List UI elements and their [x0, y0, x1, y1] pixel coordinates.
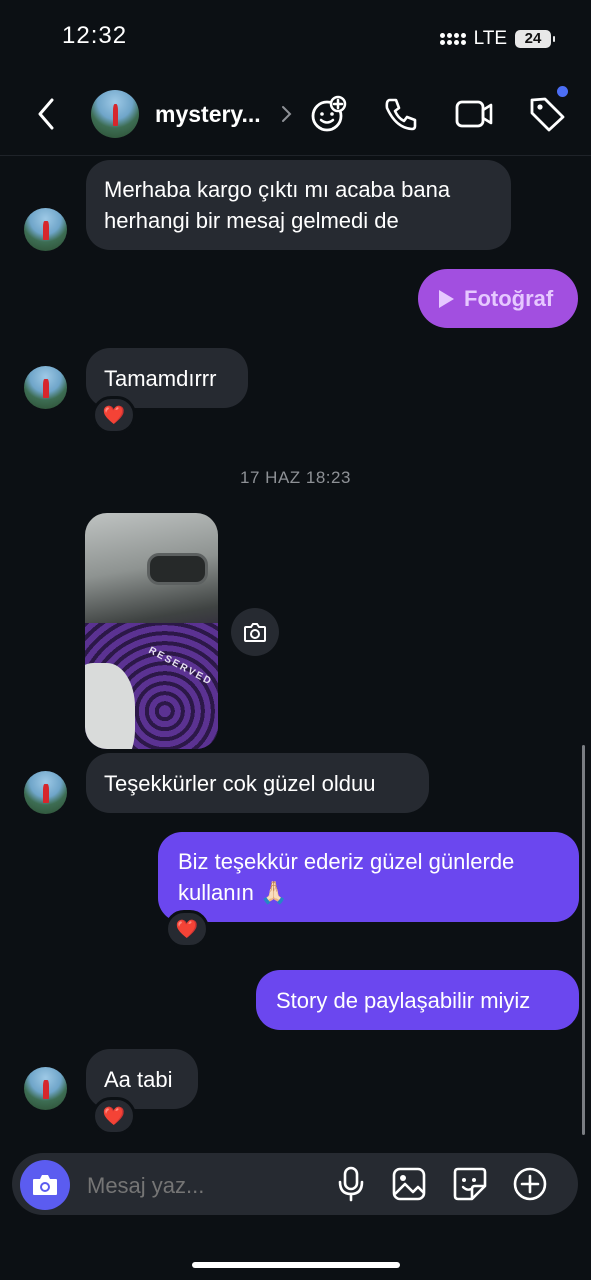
- scrollbar[interactable]: [582, 745, 585, 1135]
- chevron-right-icon[interactable]: [279, 104, 293, 129]
- date-separator: 17 HAZ 18:23: [240, 468, 351, 487]
- heart-reaction[interactable]: ❤️: [92, 1097, 136, 1135]
- header-divider: [0, 155, 591, 156]
- microphone-icon: [338, 1166, 364, 1202]
- network-label: LTE: [473, 28, 507, 49]
- camera-icon: [33, 1175, 57, 1195]
- message-input[interactable]: [85, 1165, 319, 1207]
- save-photo-button[interactable]: [231, 608, 279, 656]
- camera-button[interactable]: [20, 1160, 70, 1210]
- status-indicators: LTE 24: [439, 28, 555, 50]
- video-camera-icon: [455, 100, 493, 128]
- sticker-button[interactable]: [452, 1166, 488, 1202]
- tag-button[interactable]: [527, 94, 567, 134]
- play-icon: [439, 289, 454, 308]
- battery-icon: 24: [515, 30, 555, 48]
- camera-icon: [244, 623, 266, 642]
- shared-photo[interactable]: RESERVED: [85, 513, 218, 749]
- back-button[interactable]: [32, 96, 62, 132]
- chevron-left-icon: [38, 98, 54, 130]
- heart-icon: ❤️: [175, 918, 199, 939]
- sticker-icon: [453, 1167, 487, 1201]
- attachment-bubble[interactable]: Fotoğraf: [418, 269, 578, 328]
- signal-icon: [439, 33, 466, 45]
- header-avatar[interactable]: [91, 90, 139, 138]
- plus-circle-icon: [513, 1167, 547, 1201]
- notification-dot: [557, 86, 568, 97]
- heart-reaction[interactable]: ❤️: [92, 396, 136, 434]
- message-bubble-outgoing[interactable]: Biz teşekkür ederiz güzel günlerde kulla…: [158, 832, 579, 922]
- video-call-button[interactable]: [454, 96, 494, 132]
- message-bubble-outgoing[interactable]: Story de paylaşabilir miyiz: [256, 970, 579, 1030]
- gallery-icon: [392, 1167, 426, 1201]
- attachment-label: Fotoğraf: [464, 285, 554, 311]
- heart-reaction[interactable]: ❤️: [165, 910, 209, 948]
- sticker-add-button[interactable]: [308, 94, 348, 134]
- message-bubble-incoming[interactable]: Teşekkürler cok güzel olduu: [86, 753, 429, 813]
- sender-avatar[interactable]: [24, 366, 67, 409]
- phone-icon: [385, 98, 417, 131]
- tag-icon: [530, 97, 565, 132]
- sticker-add-icon: [311, 95, 347, 132]
- home-indicator[interactable]: [192, 1262, 400, 1268]
- gallery-button[interactable]: [391, 1166, 427, 1202]
- status-time: 12:32: [62, 22, 128, 49]
- sender-avatar[interactable]: [24, 1067, 67, 1110]
- message-bubble-incoming[interactable]: Merhaba kargo çıktı mı acaba bana herhan…: [86, 160, 511, 250]
- header-username[interactable]: mystery...: [155, 101, 261, 128]
- sender-avatar[interactable]: [24, 771, 67, 814]
- add-button[interactable]: [512, 1166, 548, 1202]
- voice-call-button[interactable]: [382, 95, 420, 133]
- heart-icon: ❤️: [102, 404, 126, 425]
- heart-icon: ❤️: [102, 1105, 126, 1126]
- microphone-button[interactable]: [336, 1166, 366, 1202]
- sender-avatar[interactable]: [24, 208, 67, 251]
